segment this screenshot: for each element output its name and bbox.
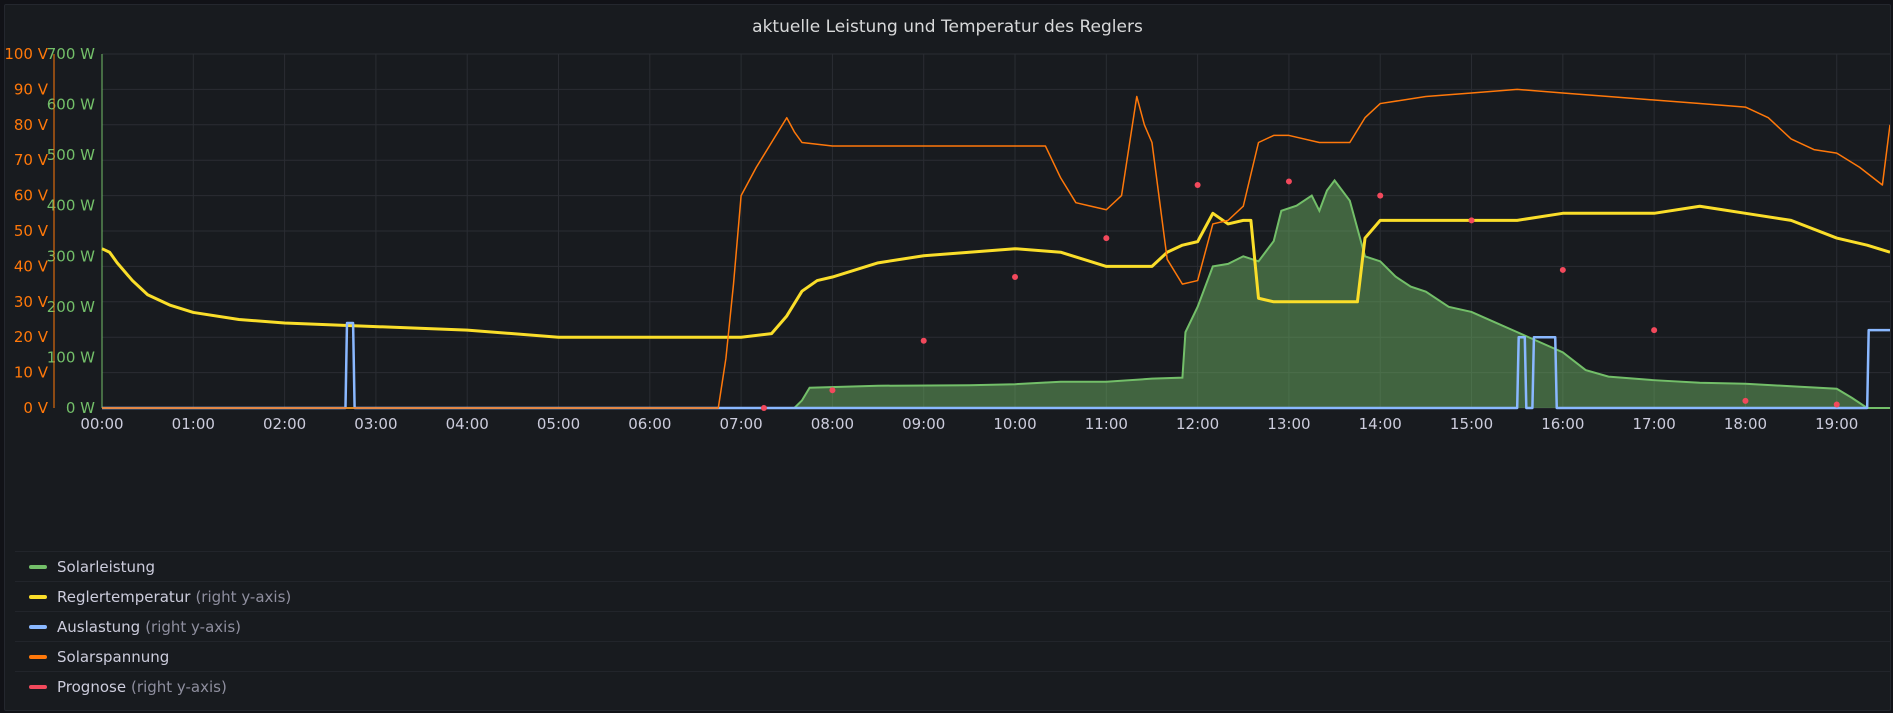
y-tick-label-voltage: 70 V [14, 151, 49, 169]
x-tick-label: 08:00 [811, 415, 854, 433]
series-point-prognose [1651, 327, 1658, 334]
x-tick-label: 00:00 [80, 415, 123, 433]
series-point-prognose [1285, 178, 1292, 185]
series-point-prognose [1103, 235, 1110, 242]
y-tick-label-voltage: 0 V [23, 399, 48, 417]
legend-axis-note: (right y-axis) [131, 677, 227, 696]
legend-swatch [29, 564, 47, 569]
chart-plot-area: 0 V 10 V 20 V 30 V 40 V 50 V 60 V 70 V 80 V 90 V 1… [5, 45, 1890, 433]
x-tick-label: 13:00 [1267, 415, 1310, 433]
x-tick-label: 02:00 [263, 415, 306, 433]
x-tick-label: 14:00 [1359, 415, 1402, 433]
x-tick-label: 04:00 [446, 415, 489, 433]
legend-axis-note: (right y-axis) [195, 587, 292, 606]
x-tick-label: 07:00 [719, 415, 762, 433]
y-tick-label-voltage: 40 V [14, 257, 49, 275]
x-tick-label: 19:00 [1815, 415, 1858, 433]
series-point-prognose [1012, 274, 1019, 281]
legend-swatch [29, 654, 47, 659]
x-tick-label: 05:00 [537, 415, 580, 433]
series-point-prognose [1742, 397, 1749, 404]
x-tick-label: 10:00 [993, 415, 1036, 433]
legend-label: Solarleistung [57, 557, 156, 576]
legend-item[interactable]: Auslastung (right y-axis) [15, 611, 1890, 641]
series-point-prognose [1833, 401, 1840, 408]
series-point-prognose [760, 405, 767, 411]
legend-item[interactable]: Solarleistung [15, 551, 1890, 581]
y-tick-label-voltage: 90 V [14, 80, 49, 98]
legend-item[interactable]: Solarspannung [15, 641, 1890, 671]
chart-legend: Solarleistung Reglertemperatur (right y-ax… [15, 551, 1890, 701]
x-tick-label: 06:00 [628, 415, 671, 433]
x-tick-label: 11:00 [1085, 415, 1128, 433]
chart-panel: aktuelle Leistung und Temperatur des Reg… [4, 4, 1891, 711]
x-tick-label: 17:00 [1633, 415, 1676, 433]
y-tick-label-voltage: 50 V [14, 222, 49, 240]
series-line-reglertemperatur [101, 204, 1890, 339]
x-tick-label: 12:00 [1176, 415, 1219, 433]
y-tick-label-voltage: 30 V [14, 293, 49, 311]
x-tick-label: 09:00 [902, 415, 945, 433]
y-tick-label-voltage: 80 V [14, 116, 49, 134]
legend-label: Reglertemperatur [57, 587, 191, 606]
series-point-prognose [829, 387, 836, 394]
legend-swatch [29, 594, 47, 599]
y-tick-label-voltage: 100 V [5, 45, 49, 63]
legend-item[interactable]: Reglertemperatur (right y-axis) [15, 581, 1890, 611]
legend-label: Solarspannung [57, 647, 170, 666]
legend-item[interactable]: Prognose (right y-axis) [15, 671, 1890, 701]
legend-axis-note: (right y-axis) [145, 617, 241, 636]
series-point-prognose [1468, 217, 1475, 224]
x-tick-label: 01:00 [172, 415, 215, 433]
x-tick-label: 03:00 [354, 415, 397, 433]
series-point-prognose [1559, 266, 1566, 273]
x-tick-label: 15:00 [1450, 415, 1493, 433]
x-tick-label: 18:00 [1724, 415, 1767, 433]
series-point-prognose [1377, 192, 1384, 199]
legend-label: Auslastung [57, 617, 141, 636]
x-tick-label: 16:00 [1541, 415, 1584, 433]
legend-swatch [29, 684, 47, 689]
series-point-prognose [920, 337, 927, 344]
y-tick-label-voltage: 20 V [14, 328, 49, 346]
legend-label: Prognose [57, 677, 127, 696]
y-tick-label-voltage: 60 V [14, 187, 49, 205]
legend-swatch [29, 624, 47, 629]
y-tick-label-voltage: 10 V [14, 364, 49, 382]
series-point-prognose [1194, 181, 1201, 188]
